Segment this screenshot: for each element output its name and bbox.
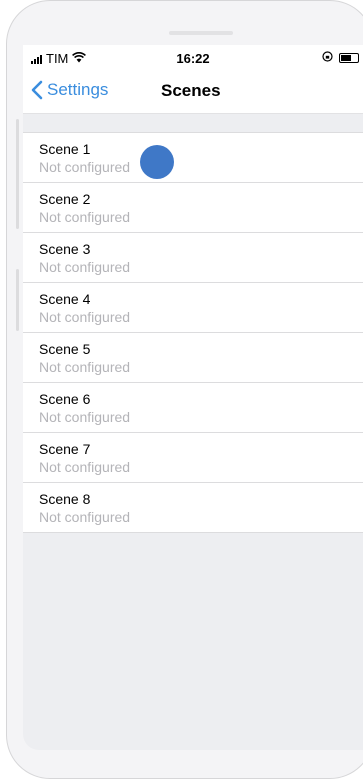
- scene-status: Not configured: [39, 359, 131, 375]
- scene-title: Scene 1: [39, 141, 91, 157]
- scene-row-2[interactable]: Scene 2 Not configured: [23, 183, 363, 233]
- scene-title: Scene 3: [39, 241, 91, 257]
- scene-row-6[interactable]: Scene 6 Not configured: [23, 383, 363, 433]
- scene-row-1[interactable]: Scene 1 Not configured: [23, 133, 363, 183]
- scene-title: Scene 7: [39, 441, 91, 457]
- rotation-lock-icon: [322, 50, 333, 65]
- navigation-bar: Settings Scenes: [23, 71, 363, 114]
- back-button-label: Settings: [47, 80, 109, 99]
- scene-row-8[interactable]: Scene 8 Not configured: [23, 483, 363, 533]
- status-time: 16:22: [176, 51, 210, 66]
- scene-row-5[interactable]: Scene 5 Not configured: [23, 333, 363, 383]
- battery-icon: [339, 52, 359, 63]
- scene-status: Not configured: [39, 209, 131, 225]
- scene-status: Not configured: [39, 459, 131, 475]
- scene-row-7[interactable]: Scene 7 Not configured: [23, 433, 363, 483]
- touch-indicator: [140, 145, 174, 179]
- scene-list: Scene 1 Not configured Scene 2 Not confi…: [23, 132, 363, 533]
- scene-status: Not configured: [39, 309, 131, 325]
- page-title: Scenes: [161, 81, 221, 100]
- scene-title: Scene 5: [39, 341, 91, 357]
- scene-title: Scene 6: [39, 391, 91, 407]
- speaker-grille: [169, 31, 233, 35]
- back-button[interactable]: Settings: [31, 80, 108, 100]
- status-bar: TIM 16:22: [23, 45, 363, 71]
- scene-status: Not configured: [39, 409, 131, 425]
- side-button-lower: [16, 269, 19, 331]
- scene-title: Scene 4: [39, 291, 91, 307]
- scene-status: Not configured: [39, 509, 131, 525]
- scene-row-4[interactable]: Scene 4 Not configured: [23, 283, 363, 333]
- scene-status: Not configured: [39, 159, 131, 175]
- chevron-left-icon: [31, 80, 43, 100]
- side-button-upper: [16, 119, 19, 229]
- scene-row-3[interactable]: Scene 3 Not configured: [23, 233, 363, 283]
- screen: TIM 16:22 Settings Scenes Scene 1 Not co…: [23, 45, 363, 750]
- scene-title: Scene 8: [39, 491, 91, 507]
- scene-title: Scene 2: [39, 191, 91, 207]
- status-right: [322, 50, 359, 65]
- scene-status: Not configured: [39, 259, 131, 275]
